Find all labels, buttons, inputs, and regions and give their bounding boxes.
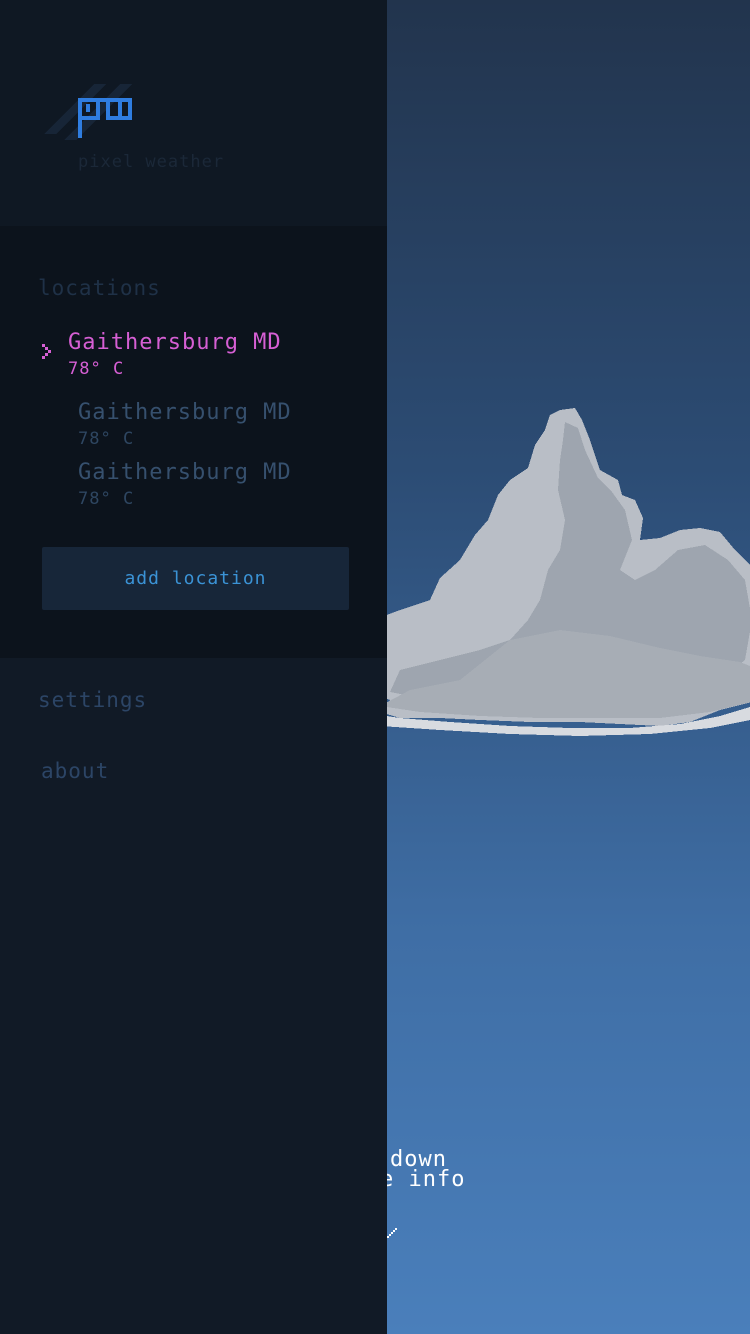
location-name: Gaithersburg MD bbox=[78, 460, 292, 485]
cloud-illustration bbox=[360, 408, 750, 736]
location-name: Gaithersburg MD bbox=[78, 400, 292, 425]
location-name: Gaithersburg MD bbox=[68, 330, 282, 355]
menu-item-settings[interactable]: settings bbox=[38, 688, 147, 712]
app-name: pixel weather bbox=[78, 152, 225, 172]
location-temp: 78° C bbox=[68, 359, 125, 379]
location-item[interactable]: Gaithersburg MD 78° C bbox=[78, 400, 292, 449]
selected-arrow-icon bbox=[42, 344, 51, 359]
location-temp: 78° C bbox=[78, 489, 135, 509]
locations-panel: locations Gaithersburg MD 78° C Gaithers… bbox=[0, 226, 387, 658]
drawer-header: pixel weather bbox=[0, 0, 387, 226]
pw-logo-icon bbox=[44, 84, 132, 140]
location-item[interactable]: Gaithersburg MD 78° C bbox=[78, 460, 292, 509]
location-item-selected[interactable]: Gaithersburg MD 78° C bbox=[68, 330, 282, 379]
menu-item-about[interactable]: about bbox=[41, 759, 109, 783]
location-temp: 78° C bbox=[78, 429, 135, 449]
navigation-drawer: pixel weather locations Gaithersburg MD … bbox=[0, 0, 387, 1334]
locations-heading: locations bbox=[38, 276, 161, 300]
add-location-button[interactable]: add location bbox=[42, 547, 349, 610]
